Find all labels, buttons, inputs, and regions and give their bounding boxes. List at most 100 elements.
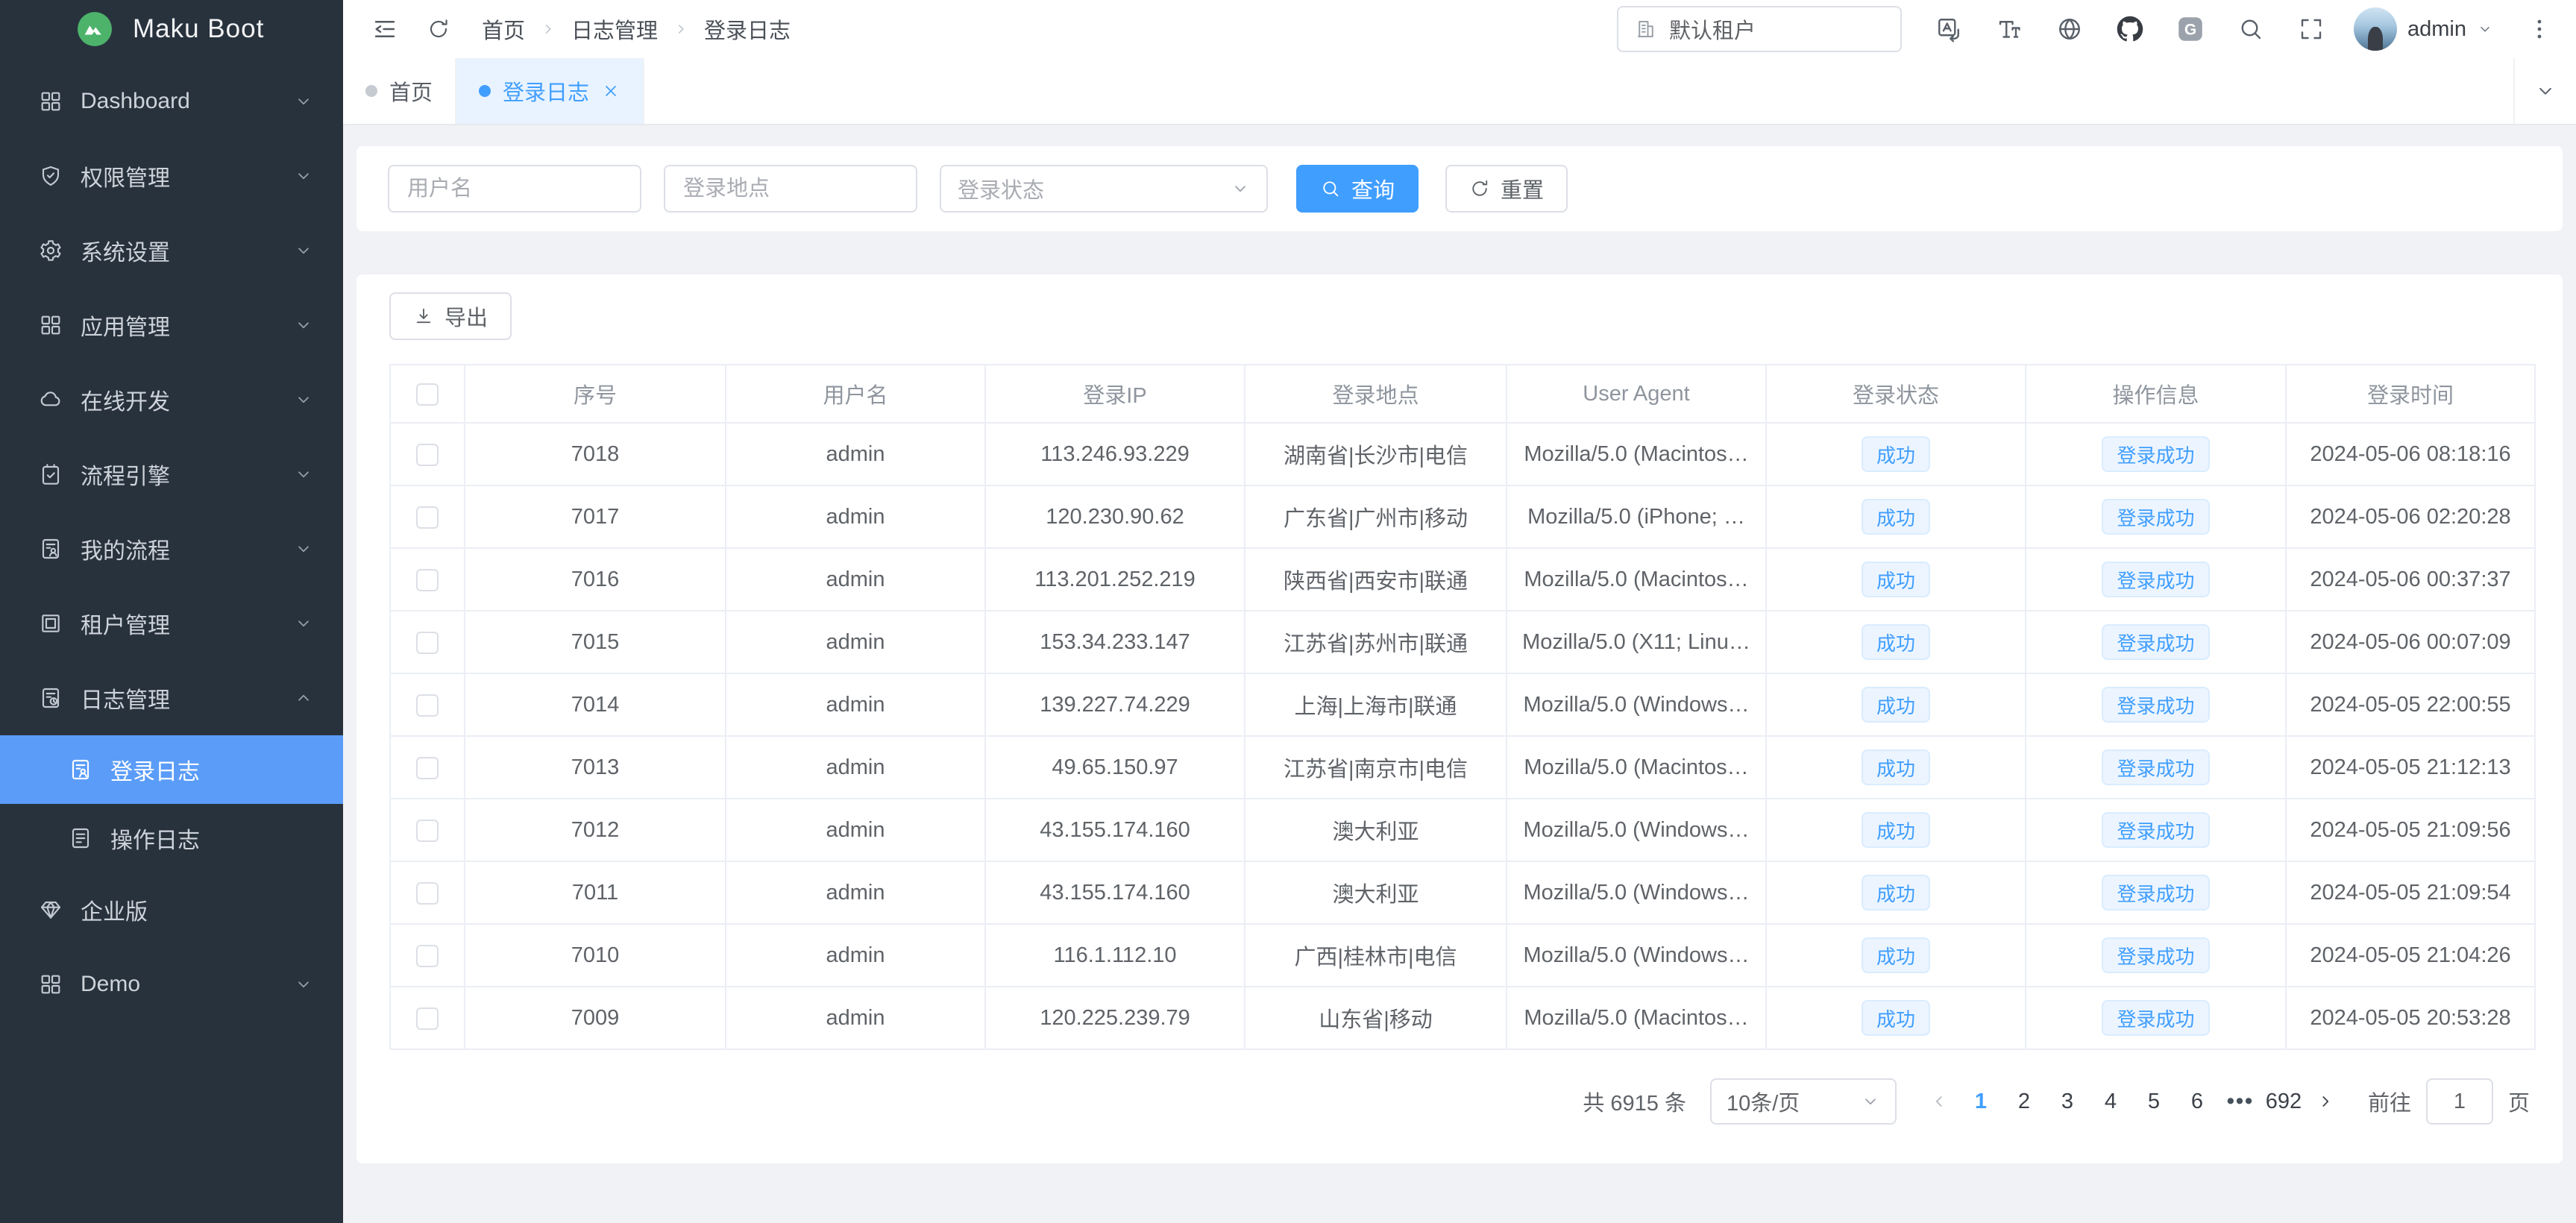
breadcrumb: 首页 日志管理 登录日志: [482, 13, 791, 45]
cell-select: [390, 611, 465, 673]
tab-dot: [365, 85, 377, 97]
cell-user-agent: Mozilla/5.0 (Macintos…: [1507, 423, 1766, 485]
breadcrumb-item-log[interactable]: 日志管理: [571, 13, 658, 45]
sidebar-subitem-label: 登录日志: [110, 753, 313, 786]
sidebar-subitem-label: 操作日志: [110, 822, 313, 855]
operation-badge: 登录成功: [2102, 812, 2209, 848]
sidebar-item-dashboard[interactable]: Dashboard: [0, 64, 343, 139]
row-checkbox[interactable]: [416, 820, 439, 842]
operation-badge: 登录成功: [2102, 1000, 2209, 1036]
row-checkbox[interactable]: [416, 569, 439, 591]
refresh-icon[interactable]: [427, 17, 450, 41]
cell-ip: 116.1.112.10: [985, 924, 1245, 987]
export-button[interactable]: 导出: [389, 292, 512, 340]
close-icon[interactable]: [601, 81, 621, 101]
page-number-3[interactable]: 3: [2046, 1081, 2089, 1122]
tenant-select[interactable]: 默认租户: [1617, 6, 1902, 52]
sidebar-item-tenant-management[interactable]: 租户管理: [0, 586, 343, 661]
sidebar-item-demo[interactable]: Demo: [0, 947, 343, 1022]
breadcrumb-item-home[interactable]: 首页: [482, 13, 525, 45]
prev-page-button[interactable]: [1919, 1081, 1959, 1122]
page-number-5[interactable]: 5: [2132, 1081, 2176, 1122]
sidebar-item-app-management[interactable]: 应用管理: [0, 288, 343, 362]
chevron-down-icon: [2534, 80, 2557, 102]
cell-operation: 登录成功: [2026, 485, 2286, 548]
cell-status: 成功: [1766, 924, 2026, 987]
status-badge: 成功: [1862, 875, 1930, 911]
gitee-icon[interactable]: G: [2177, 16, 2204, 43]
row-checkbox[interactable]: [416, 444, 439, 466]
sidebar-item-permission[interactable]: 权限管理: [0, 139, 343, 213]
row-checkbox[interactable]: [416, 757, 439, 779]
cell-select: [390, 423, 465, 485]
status-badge: 成功: [1862, 749, 1930, 785]
cell-status: 成功: [1766, 611, 2026, 673]
row-checkbox[interactable]: [416, 694, 439, 717]
chevron-down-icon: [1231, 179, 1250, 198]
font-size-icon[interactable]: [1996, 16, 2023, 43]
sidebar-item-label: 在线开发: [81, 383, 294, 416]
cell-select: [390, 485, 465, 548]
search-icon[interactable]: [2237, 16, 2264, 43]
tab-options-button[interactable]: [2513, 58, 2576, 124]
page-number-6[interactable]: 6: [2176, 1081, 2219, 1122]
cell-ip: 120.230.90.62: [985, 485, 1245, 548]
row-checkbox[interactable]: [416, 506, 439, 529]
page-more[interactable]: •••: [2219, 1081, 2262, 1122]
page-number-2[interactable]: 2: [2002, 1081, 2046, 1122]
login-location-input[interactable]: [664, 165, 917, 213]
cell-user-agent: Mozilla/5.0 (X11; Linu…: [1507, 611, 1766, 673]
grid-icon: [39, 972, 63, 996]
sidebar-item-enterprise[interactable]: 企业版: [0, 873, 343, 947]
query-button[interactable]: 查询: [1296, 165, 1419, 213]
row-checkbox[interactable]: [416, 945, 439, 967]
page-number-1[interactable]: 1: [1959, 1081, 2002, 1122]
page-number-692[interactable]: 692: [2262, 1081, 2305, 1122]
cell-id: 7016: [465, 548, 726, 611]
cell-location: 上海|上海市|联通: [1245, 673, 1507, 736]
breadcrumb-separator-icon: [540, 21, 556, 37]
language-globe-icon[interactable]: [2056, 16, 2083, 43]
sidebar-item-system-settings[interactable]: 系统设置: [0, 213, 343, 288]
status-badge: 成功: [1862, 937, 1930, 973]
sidebar-item-my-workflow[interactable]: 我的流程: [0, 512, 343, 586]
column-header-username: 用户名: [726, 365, 985, 423]
cell-select: [390, 736, 465, 799]
next-page-button[interactable]: [2305, 1081, 2346, 1122]
sidebar-item-workflow-engine[interactable]: 流程引擎: [0, 437, 343, 512]
cell-time: 2024-05-05 22:00:55: [2286, 673, 2535, 736]
cell-location: 湖南省|长沙市|电信: [1245, 423, 1507, 485]
cell-username: admin: [726, 611, 985, 673]
sidebar-item-label: 我的流程: [81, 532, 294, 565]
tab-home[interactable]: 首页: [343, 58, 456, 124]
cell-id: 7010: [465, 924, 726, 987]
collapse-sidebar-icon[interactable]: [371, 16, 398, 43]
login-status-select[interactable]: 登录状态: [940, 165, 1268, 213]
cell-status: 成功: [1766, 799, 2026, 861]
cell-ip: 113.201.252.219: [985, 548, 1245, 611]
cell-time: 2024-05-05 21:04:26: [2286, 924, 2535, 987]
page-size-select[interactable]: 10条/页: [1710, 1078, 1897, 1125]
row-checkbox[interactable]: [416, 632, 439, 654]
cell-operation: 登录成功: [2026, 987, 2286, 1049]
sidebar-item-log-management[interactable]: 日志管理: [0, 661, 343, 735]
user-menu[interactable]: admin: [2354, 7, 2493, 51]
row-checkbox[interactable]: [416, 882, 439, 905]
operation-badge: 登录成功: [2102, 499, 2209, 535]
cell-id: 7013: [465, 736, 726, 799]
kebab-menu-icon[interactable]: [2527, 16, 2552, 42]
translate-icon[interactable]: [1935, 16, 1962, 43]
github-icon[interactable]: [2117, 16, 2143, 43]
sidebar-subitem-login-log[interactable]: 登录日志: [0, 735, 343, 804]
goto-page-input[interactable]: [2426, 1078, 2493, 1125]
page-number-4[interactable]: 4: [2089, 1081, 2132, 1122]
sidebar-subitem-operation-log[interactable]: 操作日志: [0, 804, 343, 873]
sidebar-item-online-dev[interactable]: 在线开发: [0, 362, 343, 437]
reset-button[interactable]: 重置: [1445, 165, 1568, 213]
row-checkbox[interactable]: [416, 1007, 439, 1030]
select-all-checkbox[interactable]: [416, 383, 439, 406]
tab-login-log[interactable]: 登录日志: [456, 58, 644, 124]
username-input[interactable]: [388, 165, 641, 213]
top-header: 首页 日志管理 登录日志 默认租户 G admin: [343, 0, 2576, 58]
fullscreen-icon[interactable]: [2298, 16, 2325, 43]
